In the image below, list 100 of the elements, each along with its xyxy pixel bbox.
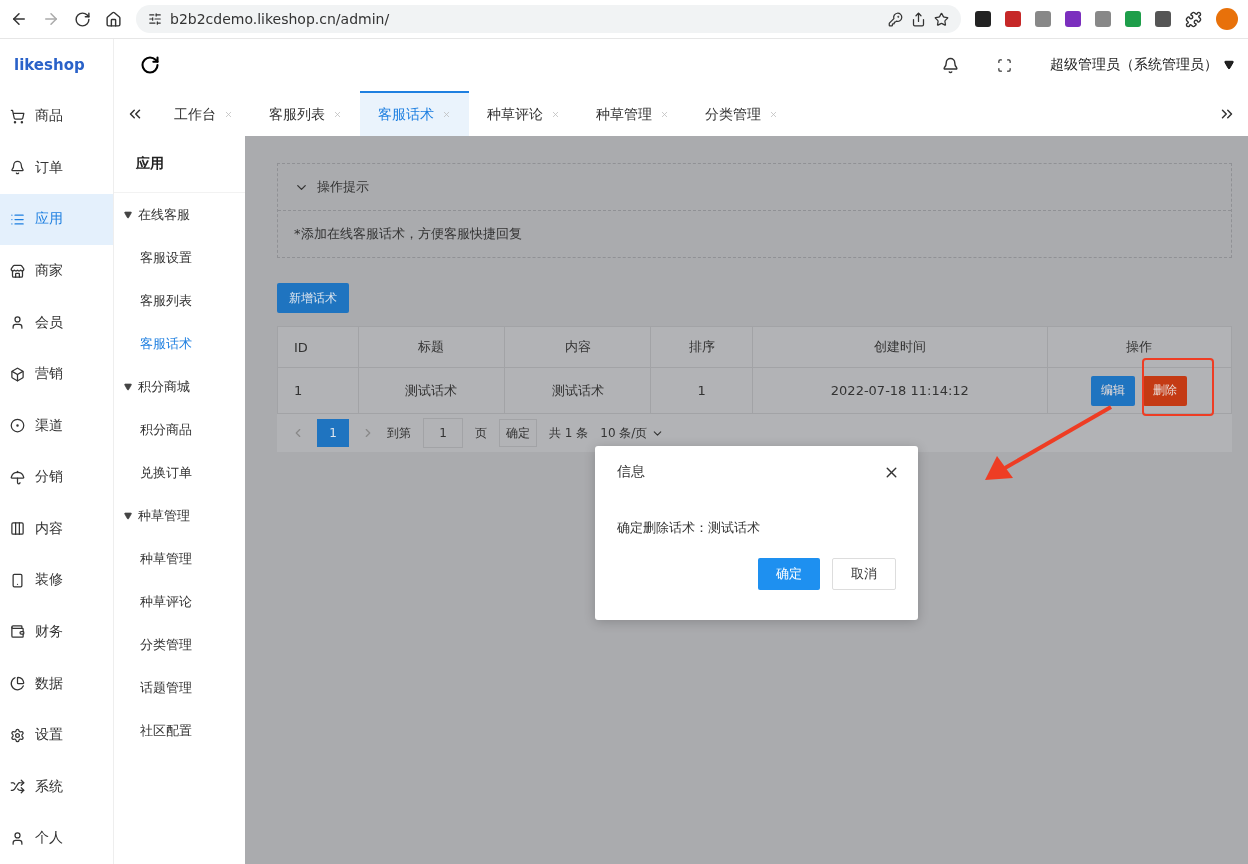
subnav-item[interactable]: 种草评论 [114,580,245,623]
list-icon [10,211,25,227]
subnav-item[interactable]: 兑换订单 [114,451,245,494]
sidebar-label: 系统 [35,777,63,796]
page-input[interactable]: 1 [423,418,463,448]
share-icon[interactable] [911,11,926,27]
page-size-select[interactable]: 10 条/页 [600,424,665,442]
back-icon[interactable] [10,10,28,28]
sidebar-label: 个人 [35,829,63,848]
delete-button[interactable]: 删除 [1143,375,1188,406]
column-header: 创建时间 [752,326,1048,368]
sidebar-item[interactable]: 渠道 [0,399,113,452]
subnav-group[interactable]: 在线客服 [114,193,245,236]
goto-button[interactable]: 确定 [499,419,537,447]
forward-icon[interactable] [42,10,60,28]
sidebar-label: 分销 [35,468,63,487]
column-header: 内容 [504,326,651,368]
address-bar[interactable]: b2b2cdemo.likeshop.cn/admin/ [136,5,961,33]
subnav-item[interactable]: 客服设置 [114,236,245,279]
sidebar-item[interactable]: 商家 [0,245,113,297]
umbrella-icon [10,469,25,485]
sidebar-label: 渠道 [35,416,63,435]
refresh-icon[interactable] [140,55,160,75]
user-menu[interactable]: 超级管理员（系统管理员） [1050,56,1218,74]
dialog-title: 信息 [617,463,645,481]
sidebar-item[interactable]: 系统 [0,760,113,813]
sidebar-item[interactable]: 内容 [0,503,113,555]
tips-title[interactable]: 操作提示 [317,178,369,196]
sidebar-item[interactable]: 商品 [0,90,113,143]
caret-icon[interactable] [1224,60,1234,70]
dialog-message: 确定删除话术：测试话术 [617,519,760,537]
table-cell: 2022-07-18 11:14:12 [752,367,1048,414]
sidebar-item[interactable]: 装修 [0,554,113,607]
tab[interactable]: 客服话术 [360,91,469,136]
key-icon[interactable] [888,11,903,27]
fullscreen-icon[interactable] [997,57,1012,73]
page-button[interactable]: 1 [317,419,349,447]
sidebar-label: 装修 [35,571,63,590]
sidebar-item[interactable]: 营销 [0,348,113,400]
reload-icon[interactable] [74,10,91,28]
extension-icon[interactable] [1095,11,1111,27]
store-icon [10,263,25,279]
gear-icon [10,727,25,743]
table-cell: 测试话术 [358,367,505,414]
subnav-item[interactable]: 话题管理 [114,666,245,709]
total-count: 共 1 条 [549,424,589,442]
sidebar-item[interactable]: 订单 [0,142,113,194]
sidebar-item[interactable]: 会员 [0,296,113,349]
tab[interactable]: 分类管理 [687,91,796,136]
tips-text: *添加在线客服话术，方便客服快捷回复 [294,225,522,243]
sidebar-label: 数据 [35,674,63,693]
tab[interactable]: 种草评论 [469,91,578,136]
sidebar-label: 设置 [35,726,63,745]
page-unit: 页 [475,424,487,442]
site-settings-icon[interactable] [148,12,162,26]
subnav-item[interactable]: 分类管理 [114,623,245,666]
sidebar-item[interactable]: 个人 [0,812,113,864]
bell-icon[interactable] [942,56,959,74]
table-cell: 测试话术 [504,367,651,414]
pie-chart-icon [10,676,25,692]
tab[interactable]: 工作台 [156,91,251,136]
puzzle-icon[interactable] [1185,10,1202,28]
sidebar-label: 商品 [35,107,63,126]
table-cell: 1 [277,367,359,414]
cancel-button[interactable]: 取消 [832,558,896,590]
sidebar-label: 商家 [35,262,63,281]
caret-icon [124,210,132,219]
sidebar-item[interactable]: 财务 [0,606,113,658]
circle-icon [10,418,25,434]
extension-icon[interactable] [1125,11,1141,27]
table-cell: 1 [650,367,753,414]
extension-icon[interactable] [1065,11,1081,27]
column-header: 标题 [358,326,505,368]
edit-button[interactable]: 编辑 [1091,375,1136,406]
home-icon[interactable] [105,10,122,28]
sidebar-item[interactable]: 设置 [0,709,113,761]
subnav-item[interactable]: 客服话术 [114,322,245,365]
subnav-group[interactable]: 种草管理 [114,494,245,537]
user-icon [10,315,25,331]
add-button[interactable]: 新增话术 [277,283,349,313]
tab[interactable]: 种草管理 [578,91,687,136]
sidebar-item[interactable]: 分销 [0,451,113,504]
person-icon [10,830,25,846]
subnav-item[interactable]: 积分商品 [114,408,245,451]
profile-avatar[interactable] [1216,8,1238,30]
extension-icon[interactable] [1005,11,1021,27]
subnav-item[interactable]: 客服列表 [114,279,245,322]
subnav-group[interactable]: 积分商城 [114,365,245,408]
star-icon[interactable] [934,11,949,27]
extension-icon[interactable] [1155,11,1171,27]
sidebar-item[interactable]: 应用 [0,193,113,246]
tab[interactable]: 客服列表 [251,91,360,136]
extension-icon[interactable] [975,11,991,27]
extension-icon[interactable] [1035,11,1051,27]
subnav-item[interactable]: 社区配置 [114,709,245,752]
sidebar-label: 订单 [35,158,63,177]
box-icon [10,366,25,382]
subnav-item[interactable]: 种草管理 [114,537,245,580]
sidebar-label: 财务 [35,622,63,641]
sidebar-item[interactable]: 数据 [0,657,113,710]
